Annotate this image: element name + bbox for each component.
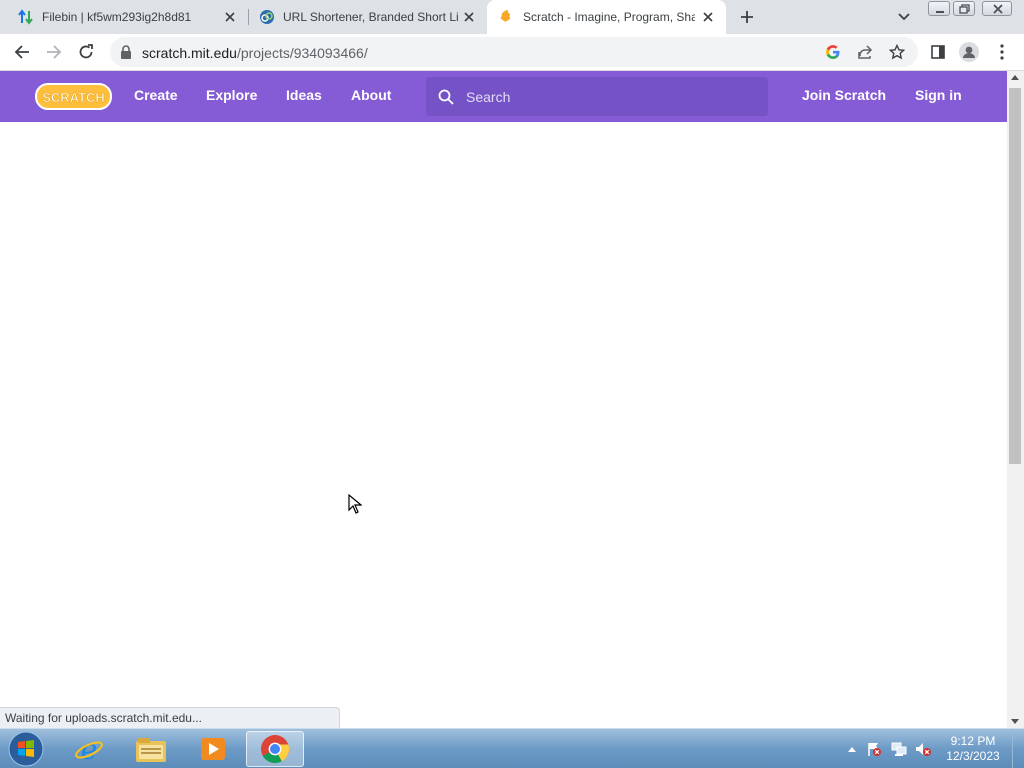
page-content [0, 122, 1007, 728]
tab-scratch[interactable]: Scratch - Imagine, Program, Share [487, 0, 726, 34]
reload-button[interactable] [76, 42, 96, 62]
clock-time: 9:12 PM [950, 734, 996, 748]
search-icon [438, 89, 454, 110]
system-clock[interactable]: 9:12 PM 12/3/2023 [940, 734, 1006, 764]
bookmark-star-icon[interactable] [888, 43, 906, 61]
search-input[interactable] [466, 86, 756, 108]
tab-filebin[interactable]: Filebin | kf5wm293ig2h8d81 [0, 0, 248, 34]
start-button[interactable] [6, 731, 46, 767]
tab-search-button[interactable] [895, 8, 913, 26]
tab-title: Filebin | kf5wm293ig2h8d81 [42, 10, 192, 24]
new-tab-button[interactable] [736, 6, 758, 28]
side-panel-icon [931, 45, 945, 59]
action-center-flag-icon[interactable] [866, 741, 882, 757]
tab-url-shortener[interactable]: URL Shortener, Branded Short Links [249, 0, 487, 34]
address-bar[interactable]: scratch.mit.edu/projects/934093466/ [110, 37, 918, 67]
arrow-left-icon [14, 45, 29, 59]
windows-taskbar: e 9:12 PM 12/3/2023 [0, 728, 1024, 768]
back-button[interactable] [12, 42, 32, 62]
restore-button[interactable] [953, 1, 975, 16]
lock-icon[interactable] [120, 45, 132, 64]
close-window-button[interactable] [982, 1, 1012, 16]
scratch-navbar: SCRATCH Create Explore Ideas About Join … [0, 71, 1007, 122]
file-explorer-icon [136, 738, 166, 762]
nav-ideas[interactable]: Ideas [286, 87, 322, 103]
vertical-scrollbar[interactable] [1007, 71, 1024, 728]
sign-in-link[interactable]: Sign in [915, 87, 962, 103]
chevron-up-icon [848, 747, 856, 752]
share-icon[interactable] [856, 43, 874, 61]
side-panel-button[interactable] [928, 42, 948, 62]
show-desktop-button[interactable] [1012, 729, 1024, 768]
close-tab-icon[interactable] [700, 9, 716, 25]
show-hidden-icons-button[interactable] [844, 741, 860, 757]
chrome-icon [261, 735, 290, 764]
close-tab-icon[interactable] [222, 9, 238, 25]
link-icon [259, 9, 275, 25]
plus-icon [741, 11, 753, 23]
browser-toolbar: scratch.mit.edu/projects/934093466/ [0, 34, 1024, 71]
scroll-down-arrow-icon[interactable] [1011, 719, 1019, 724]
url-text[interactable]: scratch.mit.edu/projects/934093466/ [142, 45, 368, 61]
taskbar-file-explorer[interactable] [122, 731, 180, 767]
url-path: /projects/934093466/ [236, 45, 368, 61]
scrollbar-thumb[interactable] [1009, 88, 1021, 464]
url-host: scratch.mit.edu [142, 45, 237, 61]
taskbar-internet-explorer[interactable]: e [60, 731, 118, 767]
avatar-icon [959, 42, 979, 62]
network-icon[interactable] [891, 741, 907, 757]
clock-date: 12/3/2023 [946, 749, 1000, 763]
menu-button[interactable] [992, 42, 1012, 62]
reload-icon [79, 44, 93, 59]
svg-text:e: e [81, 734, 98, 764]
volume-muted-icon[interactable] [915, 741, 931, 757]
mouse-cursor-icon [348, 493, 363, 519]
chevron-down-icon [898, 13, 910, 21]
internet-explorer-icon: e [75, 734, 103, 764]
tab-title: URL Shortener, Branded Short Links [283, 10, 459, 24]
scroll-up-arrow-icon[interactable] [1011, 75, 1019, 80]
arrow-right-icon [47, 45, 62, 59]
windows-start-icon [8, 731, 44, 767]
nav-about[interactable]: About [351, 87, 391, 103]
more-vertical-icon [1000, 44, 1004, 60]
media-player-icon [201, 738, 225, 760]
join-scratch-link[interactable]: Join Scratch [802, 87, 886, 103]
tab-strip: Filebin | kf5wm293ig2h8d81 URL Shortener… [0, 0, 1024, 34]
scratch-cat-icon [499, 9, 515, 25]
status-bubble: Waiting for uploads.scratch.mit.edu... [0, 707, 340, 728]
nav-create[interactable]: Create [134, 87, 178, 103]
google-lens-icon[interactable] [824, 43, 842, 61]
minimize-button[interactable] [928, 1, 950, 16]
forward-button[interactable] [44, 42, 64, 62]
filebin-icon [18, 9, 34, 25]
profile-button[interactable] [959, 42, 979, 62]
close-tab-icon[interactable] [461, 9, 477, 25]
logo-text: SCRATCH [42, 90, 105, 105]
tab-title: Scratch - Imagine, Program, Share [523, 10, 695, 24]
nav-explore[interactable]: Explore [206, 87, 257, 103]
search-box[interactable] [426, 77, 768, 116]
scratch-logo[interactable]: SCRATCH [35, 82, 112, 111]
taskbar-media-player[interactable] [184, 731, 242, 767]
taskbar-chrome[interactable] [246, 731, 304, 767]
